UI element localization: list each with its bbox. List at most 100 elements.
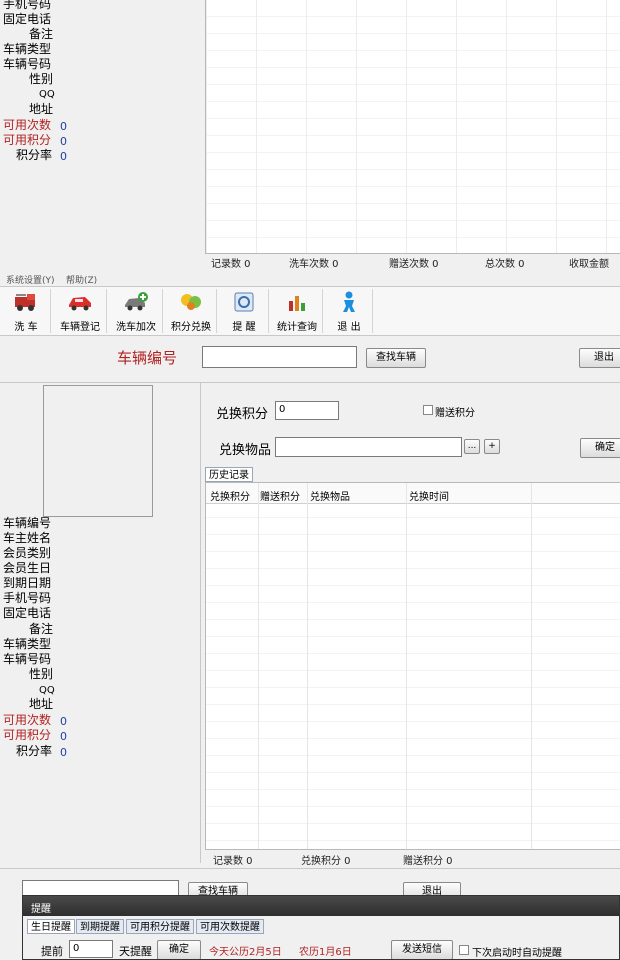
history-status-gift: 赠送积分 0 xyxy=(403,856,453,867)
history-status-points: 兑换积分 0 xyxy=(301,856,351,867)
status-total-count: 总次数 0 xyxy=(485,259,525,270)
browse-item-button[interactable]: ... xyxy=(464,439,480,454)
top-status-bar: 记录数 0 洗车次数 0 赠送次数 0 总次数 0 收取金额 xyxy=(205,255,620,270)
tab-points-reminder[interactable]: 可用积分提醒 xyxy=(126,919,194,934)
send-sms-button[interactable]: 发送短信 xyxy=(391,940,453,959)
status-amount: 收取金额 xyxy=(569,259,609,270)
history-status-records: 记录数 0 xyxy=(213,856,253,867)
section-divider xyxy=(0,382,620,383)
label-landline: 固定电话 xyxy=(3,12,52,26)
toolbar-reminder-label: 提 醒 xyxy=(232,322,256,333)
column-gift-points[interactable]: 赠送积分 xyxy=(260,488,300,503)
top-records-grid[interactable] xyxy=(205,0,620,254)
value-available-points: 0 xyxy=(60,730,67,743)
today-solar-date: 今天公历2月5日 xyxy=(209,947,282,958)
label-vehicle-type: 车辆类型 xyxy=(3,637,52,651)
label-phone: 手机号码 xyxy=(3,591,52,605)
toolbar-register-button[interactable]: 车辆登记 xyxy=(54,289,107,333)
reminder-window: 提醒 生日提醒 到期提醒 可用积分提醒 可用次数提醒 提前 0 天提醒 确定 今… xyxy=(22,895,620,960)
label-member-birthday: 会员生日 xyxy=(3,561,52,575)
column-exchange-points[interactable]: 兑换积分 xyxy=(210,488,250,503)
label-vehicle-number: 车辆号码 xyxy=(3,652,52,666)
toolbar-exit-button[interactable]: 退 出 xyxy=(326,289,373,333)
confirm-exchange-button[interactable]: 确定 xyxy=(580,438,620,458)
label-note: 备注 xyxy=(29,622,54,636)
value-points-rate: 0 xyxy=(60,150,67,163)
label-available-points: 可用积分 xyxy=(3,133,52,147)
menu-system-settings[interactable]: 系统设置(Y) xyxy=(6,273,55,286)
toolbar-statistics-button[interactable]: 统计查询 xyxy=(272,289,323,333)
toolbar-wash-label: 洗 车 xyxy=(14,322,38,333)
exit-person-icon xyxy=(343,291,355,312)
label-qq: QQ xyxy=(39,89,55,100)
label-gender: 性别 xyxy=(29,667,54,681)
exchange-points-label: 兑换积分 xyxy=(216,407,269,422)
toolbar-wash-button[interactable]: 洗 车 xyxy=(2,289,51,333)
label-address: 地址 xyxy=(29,102,54,116)
toolbar-points-exchange-button[interactable]: 积分兑换 xyxy=(166,289,217,333)
value-available-count: 0 xyxy=(60,715,67,728)
toolbar-statistics-label: 统计查询 xyxy=(277,322,317,333)
toolbar-exit-label: 退 出 xyxy=(337,322,361,333)
tab-history[interactable]: 历史记录 xyxy=(205,467,253,482)
toolbar-register-label: 车辆登记 xyxy=(60,322,100,333)
column-exchange-time[interactable]: 兑换时间 xyxy=(409,488,449,503)
col-sep xyxy=(258,483,259,849)
advance-days-input[interactable]: 0 xyxy=(69,940,113,958)
value-available-points: 0 xyxy=(60,135,67,148)
tab-birthday-reminder[interactable]: 生日提醒 xyxy=(27,919,75,934)
toolbar-add-wash-button[interactable]: 洗车加次 xyxy=(110,289,163,333)
car-plus-icon xyxy=(125,292,148,311)
vehicle-number-input[interactable] xyxy=(202,346,357,368)
toolbar-add-wash-label: 洗车加次 xyxy=(116,322,156,333)
toolbar-points-exchange-label: 积分兑换 xyxy=(171,322,211,333)
label-qq: QQ xyxy=(39,685,55,696)
tab-count-reminder[interactable]: 可用次数提醒 xyxy=(196,919,264,934)
exchange-item-input[interactable] xyxy=(275,437,462,457)
label-points-rate: 积分率 xyxy=(16,744,53,758)
label-points-rate: 积分率 xyxy=(16,148,53,162)
history-status-bar: 记录数 0 兑换积分 0 赠送积分 0 xyxy=(205,852,620,867)
reminder-icon xyxy=(234,292,254,312)
history-grid[interactable]: 兑换积分 赠送积分 兑换物品 兑换时间 xyxy=(205,482,620,850)
label-address: 地址 xyxy=(29,697,54,711)
label-available-count: 可用次数 xyxy=(3,118,52,132)
today-lunar-date: 农历1月6日 xyxy=(299,947,352,958)
menu-help[interactable]: 帮助(Z) xyxy=(66,273,97,286)
gift-points-label: 赠送积分 xyxy=(435,408,475,419)
label-vehicle-number: 车辆号码 xyxy=(3,57,52,71)
vertical-divider xyxy=(200,383,201,863)
status-wash-count: 洗车次数 0 xyxy=(289,259,339,270)
vehicle-photo-box[interactable] xyxy=(43,385,153,517)
points-coins-icon xyxy=(181,294,201,310)
auto-remind-label: 下次启动时自动提醒 xyxy=(472,948,562,959)
auto-remind-checkbox[interactable] xyxy=(459,945,469,955)
fire-truck-icon xyxy=(15,294,35,311)
statistics-icon xyxy=(289,296,305,311)
gift-points-checkbox[interactable] xyxy=(423,405,433,415)
label-landline: 固定电话 xyxy=(3,606,52,620)
label-vehicle-id: 车辆编号 xyxy=(3,516,52,530)
reminder-title: 提醒 xyxy=(31,904,51,915)
value-points-rate: 0 xyxy=(60,746,67,759)
column-exchange-item[interactable]: 兑换物品 xyxy=(310,488,350,503)
reminder-confirm-button[interactable]: 确定 xyxy=(157,940,201,959)
label-vehicle-type: 车辆类型 xyxy=(3,42,52,56)
label-member-type: 会员类别 xyxy=(3,546,52,560)
label-note: 备注 xyxy=(29,27,54,41)
add-item-button[interactable]: + xyxy=(484,439,500,454)
col-sep xyxy=(531,483,532,849)
value-available-count: 0 xyxy=(60,120,67,133)
vehicle-number-label: 车辆编号 xyxy=(117,349,178,367)
col-sep xyxy=(406,483,407,849)
label-owner-name: 车主姓名 xyxy=(3,531,52,545)
exit-button[interactable]: 退出 xyxy=(579,348,620,368)
reminder-titlebar[interactable]: 提醒 xyxy=(23,896,619,916)
find-vehicle-button[interactable]: 查找车辆 xyxy=(366,348,426,368)
tab-expiry-reminder[interactable]: 到期提醒 xyxy=(76,919,124,934)
exchange-points-input[interactable]: 0 xyxy=(275,401,339,420)
toolbar-reminder-button[interactable]: 提 醒 xyxy=(220,289,269,333)
advance-label: 提前 xyxy=(41,945,63,958)
label-expiry-date: 到期日期 xyxy=(3,576,52,590)
status-gift-count: 赠送次数 0 xyxy=(389,259,439,270)
